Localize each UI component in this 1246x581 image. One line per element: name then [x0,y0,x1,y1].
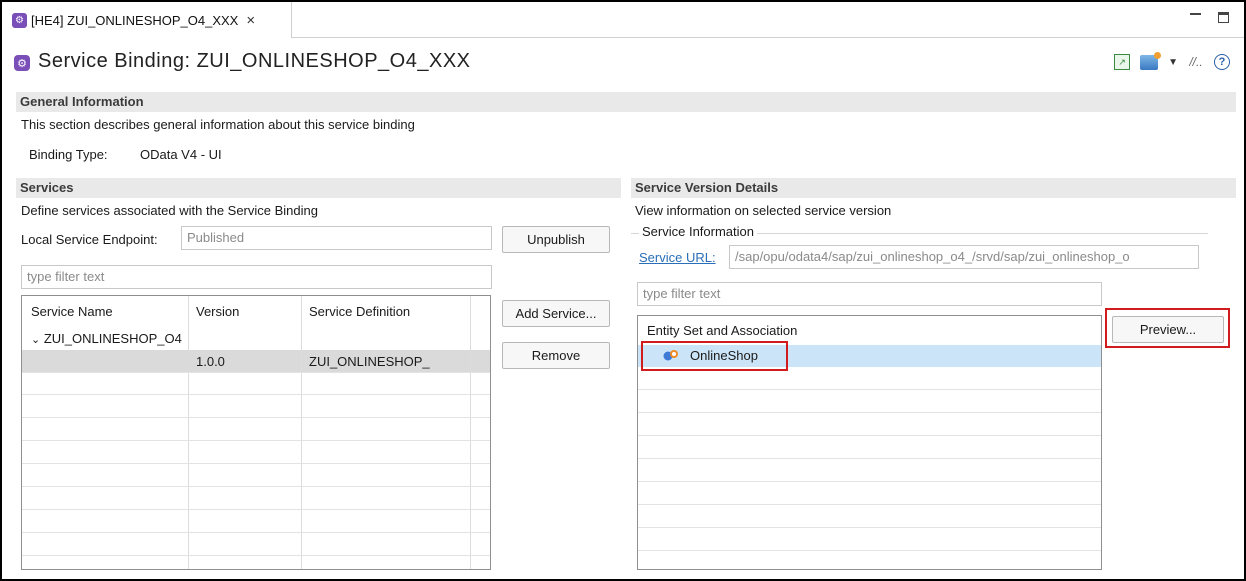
row-divider [638,412,1101,413]
tree-node-service[interactable]: ⌄ ZUI_ONLINESHOP_O4 [31,331,182,346]
service-url-link[interactable]: Service URL: [639,250,716,265]
highlight-preview-box [1105,308,1230,348]
editor-tab-bar: ⚙ [HE4] ZUI_ONLINESHOP_O4_XXX × [2,2,1244,38]
entity-filter-input[interactable]: type filter text [637,282,1102,306]
row-divider [638,389,1101,390]
column-divider [301,296,302,569]
page-title: Service Binding: ZUI_ONLINESHOP_O4_XXX [38,50,471,72]
editor-tab[interactable]: ⚙ [HE4] ZUI_ONLINESHOP_O4_XXX × [2,2,292,38]
header-toolbar: ↗ ▼ //.. ? [1114,51,1230,70]
column-divider [188,296,189,569]
row-divider [638,481,1101,482]
row-divider [22,509,490,510]
binding-type-value: OData V4 - UI [140,147,222,162]
editor-frame: ⚙ [HE4] ZUI_ONLINESHOP_O4_XXX × ⚙ Servic… [0,0,1246,581]
chevron-down-icon[interactable]: ▼ [1168,57,1178,68]
service-binding-icon: ⚙ [14,55,30,71]
run-icon[interactable] [1140,51,1162,70]
maximize-icon[interactable] [1216,10,1230,24]
help-icon[interactable]: ? [1214,54,1230,70]
row-service-definition: ZUI_ONLINESHOP_ [309,354,430,369]
service-binding-icon: ⚙ [12,12,27,28]
row-divider [22,394,490,395]
unpublish-button[interactable]: Unpublish [502,226,610,253]
column-header-service-definition[interactable]: Service Definition [309,304,410,319]
row-version: 1.0.0 [196,354,225,369]
service-version-description: View information on selected service ver… [635,203,892,218]
services-header: Services [16,178,621,198]
minimize-icon[interactable] [1188,10,1202,24]
row-divider [22,372,490,373]
column-divider [470,296,471,569]
service-version-details-header: Service Version Details [631,178,1236,198]
row-divider [22,486,490,487]
close-tab-icon[interactable]: × [246,12,255,29]
row-divider [638,458,1101,459]
row-divider [22,417,490,418]
local-service-endpoint-field[interactable]: Published [181,226,492,250]
window-controls [1188,10,1230,24]
row-divider [638,550,1101,551]
editor-header: ⚙ Service Binding: ZUI_ONLINESHOP_O4_XXX… [2,44,1244,82]
chevron-down-icon[interactable]: ⌄ [31,334,40,346]
row-divider [22,440,490,441]
row-divider [638,527,1101,528]
row-divider [22,532,490,533]
service-information-label: Service Information [639,224,757,239]
services-filter-input[interactable]: type filter text [21,265,492,289]
local-service-endpoint-label: Local Service Endpoint: [21,232,158,247]
general-information-header: General Information [16,92,1236,112]
export-icon[interactable]: ↗ [1114,54,1131,70]
add-service-button[interactable]: Add Service... [502,300,610,327]
editor-tab-label: [HE4] ZUI_ONLINESHOP_O4_XXX [31,12,239,28]
row-divider [638,504,1101,505]
remove-button[interactable]: Remove [502,342,610,369]
more-icon[interactable]: //.. [1188,54,1204,70]
row-divider [22,463,490,464]
entity-set-header: Entity Set and Association [647,323,798,338]
tree-node-label: ZUI_ONLINESHOP_O4 [43,331,182,346]
column-header-version[interactable]: Version [196,304,239,319]
service-url-field[interactable]: /sap/opu/odata4/sap/zui_onlineshop_o4_/s… [729,245,1199,269]
row-divider [22,555,490,556]
services-description: Define services associated with the Serv… [21,203,318,218]
row-divider [638,435,1101,436]
highlight-entity-box [641,341,788,371]
services-table[interactable]: Service Name Version Service Definition … [21,295,491,570]
binding-type-label: Binding Type: [29,147,108,162]
general-information-description: This section describes general informati… [21,117,415,132]
column-header-service-name[interactable]: Service Name [31,304,113,319]
